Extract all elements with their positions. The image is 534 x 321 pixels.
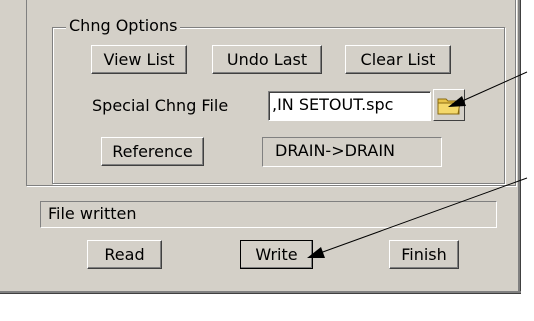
write-button[interactable]: Write	[240, 240, 313, 269]
reference-button[interactable]: Reference	[101, 137, 204, 166]
undo-last-button[interactable]: Undo Last	[212, 45, 322, 74]
special-chng-file-field[interactable]: ,IN SETOUT.spc	[268, 91, 431, 121]
special-chng-file-label: Special Chng File	[92, 96, 229, 115]
dialog-panel: Chng Options View List Undo Last Clear L…	[0, 0, 521, 294]
status-message: File written	[40, 201, 497, 228]
clear-list-button[interactable]: Clear List	[345, 45, 451, 74]
reference-value: DRAIN->DRAIN	[262, 137, 442, 167]
chng-options-title: Chng Options	[66, 16, 181, 36]
view-list-button[interactable]: View List	[91, 45, 187, 74]
finish-button[interactable]: Finish	[389, 240, 459, 269]
read-button[interactable]: Read	[87, 240, 162, 269]
panel-right-edge	[518, 0, 521, 294]
browse-file-button[interactable]	[433, 89, 465, 121]
panel-bottom-edge	[0, 291, 521, 294]
folder-icon	[437, 98, 461, 115]
